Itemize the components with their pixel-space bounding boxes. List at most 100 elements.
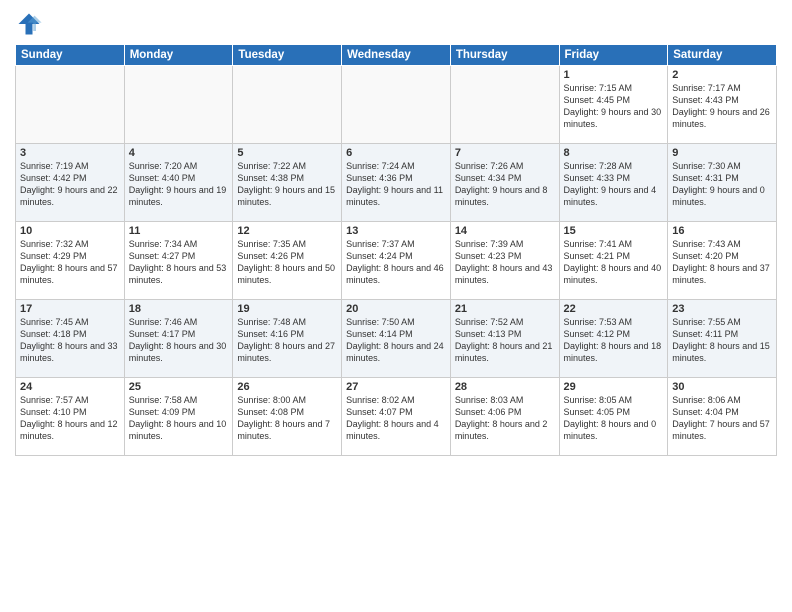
day-info: Sunrise: 7:43 AM Sunset: 4:20 PM Dayligh… [672,238,772,287]
day-info: Sunrise: 7:58 AM Sunset: 4:09 PM Dayligh… [129,394,229,443]
day-number: 20 [346,303,446,315]
day-number: 11 [129,225,229,237]
col-header-wednesday: Wednesday [342,45,451,66]
day-info: Sunrise: 7:28 AM Sunset: 4:33 PM Dayligh… [564,160,664,209]
calendar-cell [233,66,342,144]
day-number: 18 [129,303,229,315]
day-number: 8 [564,147,664,159]
calendar-cell: 10Sunrise: 7:32 AM Sunset: 4:29 PM Dayli… [16,222,125,300]
day-info: Sunrise: 7:53 AM Sunset: 4:12 PM Dayligh… [564,316,664,365]
day-info: Sunrise: 7:35 AM Sunset: 4:26 PM Dayligh… [237,238,337,287]
calendar-cell: 17Sunrise: 7:45 AM Sunset: 4:18 PM Dayli… [16,300,125,378]
day-number: 14 [455,225,555,237]
day-info: Sunrise: 7:55 AM Sunset: 4:11 PM Dayligh… [672,316,772,365]
day-number: 10 [20,225,120,237]
calendar-cell: 28Sunrise: 8:03 AM Sunset: 4:06 PM Dayli… [450,378,559,456]
col-header-saturday: Saturday [668,45,777,66]
col-header-monday: Monday [124,45,233,66]
calendar-cell: 11Sunrise: 7:34 AM Sunset: 4:27 PM Dayli… [124,222,233,300]
calendar-cell: 6Sunrise: 7:24 AM Sunset: 4:36 PM Daylig… [342,144,451,222]
day-number: 1 [564,69,664,81]
day-number: 28 [455,381,555,393]
day-number: 15 [564,225,664,237]
calendar-cell: 30Sunrise: 8:06 AM Sunset: 4:04 PM Dayli… [668,378,777,456]
day-number: 13 [346,225,446,237]
day-info: Sunrise: 8:06 AM Sunset: 4:04 PM Dayligh… [672,394,772,443]
calendar-cell [342,66,451,144]
day-info: Sunrise: 7:15 AM Sunset: 4:45 PM Dayligh… [564,82,664,131]
calendar-cell: 8Sunrise: 7:28 AM Sunset: 4:33 PM Daylig… [559,144,668,222]
day-info: Sunrise: 7:50 AM Sunset: 4:14 PM Dayligh… [346,316,446,365]
logo-icon [15,10,43,38]
page-header [15,10,777,38]
day-info: Sunrise: 7:37 AM Sunset: 4:24 PM Dayligh… [346,238,446,287]
day-info: Sunrise: 7:30 AM Sunset: 4:31 PM Dayligh… [672,160,772,209]
calendar-header-row: SundayMondayTuesdayWednesdayThursdayFrid… [16,45,777,66]
day-info: Sunrise: 7:45 AM Sunset: 4:18 PM Dayligh… [20,316,120,365]
day-number: 29 [564,381,664,393]
day-number: 17 [20,303,120,315]
day-info: Sunrise: 7:17 AM Sunset: 4:43 PM Dayligh… [672,82,772,131]
logo [15,10,47,38]
day-number: 9 [672,147,772,159]
calendar-cell: 12Sunrise: 7:35 AM Sunset: 4:26 PM Dayli… [233,222,342,300]
calendar-cell: 5Sunrise: 7:22 AM Sunset: 4:38 PM Daylig… [233,144,342,222]
day-number: 16 [672,225,772,237]
calendar-cell [124,66,233,144]
calendar-cell: 25Sunrise: 7:58 AM Sunset: 4:09 PM Dayli… [124,378,233,456]
day-info: Sunrise: 7:57 AM Sunset: 4:10 PM Dayligh… [20,394,120,443]
day-info: Sunrise: 7:20 AM Sunset: 4:40 PM Dayligh… [129,160,229,209]
calendar-week-row: 3Sunrise: 7:19 AM Sunset: 4:42 PM Daylig… [16,144,777,222]
calendar-cell: 19Sunrise: 7:48 AM Sunset: 4:16 PM Dayli… [233,300,342,378]
calendar-cell: 18Sunrise: 7:46 AM Sunset: 4:17 PM Dayli… [124,300,233,378]
day-info: Sunrise: 7:32 AM Sunset: 4:29 PM Dayligh… [20,238,120,287]
day-number: 27 [346,381,446,393]
calendar-cell: 26Sunrise: 8:00 AM Sunset: 4:08 PM Dayli… [233,378,342,456]
calendar-cell: 7Sunrise: 7:26 AM Sunset: 4:34 PM Daylig… [450,144,559,222]
day-number: 19 [237,303,337,315]
calendar-cell [450,66,559,144]
calendar-cell: 21Sunrise: 7:52 AM Sunset: 4:13 PM Dayli… [450,300,559,378]
day-info: Sunrise: 7:22 AM Sunset: 4:38 PM Dayligh… [237,160,337,209]
day-number: 2 [672,69,772,81]
col-header-thursday: Thursday [450,45,559,66]
day-info: Sunrise: 7:46 AM Sunset: 4:17 PM Dayligh… [129,316,229,365]
day-number: 26 [237,381,337,393]
day-number: 22 [564,303,664,315]
day-number: 7 [455,147,555,159]
calendar-cell: 14Sunrise: 7:39 AM Sunset: 4:23 PM Dayli… [450,222,559,300]
calendar-cell: 22Sunrise: 7:53 AM Sunset: 4:12 PM Dayli… [559,300,668,378]
calendar-cell: 29Sunrise: 8:05 AM Sunset: 4:05 PM Dayli… [559,378,668,456]
calendar-cell: 9Sunrise: 7:30 AM Sunset: 4:31 PM Daylig… [668,144,777,222]
calendar-week-row: 17Sunrise: 7:45 AM Sunset: 4:18 PM Dayli… [16,300,777,378]
day-info: Sunrise: 7:24 AM Sunset: 4:36 PM Dayligh… [346,160,446,209]
day-info: Sunrise: 7:26 AM Sunset: 4:34 PM Dayligh… [455,160,555,209]
col-header-friday: Friday [559,45,668,66]
calendar-cell: 16Sunrise: 7:43 AM Sunset: 4:20 PM Dayli… [668,222,777,300]
day-number: 25 [129,381,229,393]
day-number: 6 [346,147,446,159]
calendar-cell: 27Sunrise: 8:02 AM Sunset: 4:07 PM Dayli… [342,378,451,456]
day-info: Sunrise: 8:02 AM Sunset: 4:07 PM Dayligh… [346,394,446,443]
calendar-cell: 23Sunrise: 7:55 AM Sunset: 4:11 PM Dayli… [668,300,777,378]
calendar-cell: 20Sunrise: 7:50 AM Sunset: 4:14 PM Dayli… [342,300,451,378]
calendar-cell: 13Sunrise: 7:37 AM Sunset: 4:24 PM Dayli… [342,222,451,300]
day-number: 3 [20,147,120,159]
calendar-table: SundayMondayTuesdayWednesdayThursdayFrid… [15,44,777,456]
col-header-sunday: Sunday [16,45,125,66]
col-header-tuesday: Tuesday [233,45,342,66]
day-number: 5 [237,147,337,159]
calendar-cell [16,66,125,144]
day-info: Sunrise: 7:41 AM Sunset: 4:21 PM Dayligh… [564,238,664,287]
calendar-week-row: 1Sunrise: 7:15 AM Sunset: 4:45 PM Daylig… [16,66,777,144]
day-number: 30 [672,381,772,393]
calendar-page: SundayMondayTuesdayWednesdayThursdayFrid… [0,0,792,612]
calendar-cell: 4Sunrise: 7:20 AM Sunset: 4:40 PM Daylig… [124,144,233,222]
day-info: Sunrise: 7:34 AM Sunset: 4:27 PM Dayligh… [129,238,229,287]
day-info: Sunrise: 7:48 AM Sunset: 4:16 PM Dayligh… [237,316,337,365]
calendar-cell: 1Sunrise: 7:15 AM Sunset: 4:45 PM Daylig… [559,66,668,144]
calendar-cell: 24Sunrise: 7:57 AM Sunset: 4:10 PM Dayli… [16,378,125,456]
calendar-week-row: 24Sunrise: 7:57 AM Sunset: 4:10 PM Dayli… [16,378,777,456]
day-number: 24 [20,381,120,393]
day-info: Sunrise: 8:00 AM Sunset: 4:08 PM Dayligh… [237,394,337,443]
